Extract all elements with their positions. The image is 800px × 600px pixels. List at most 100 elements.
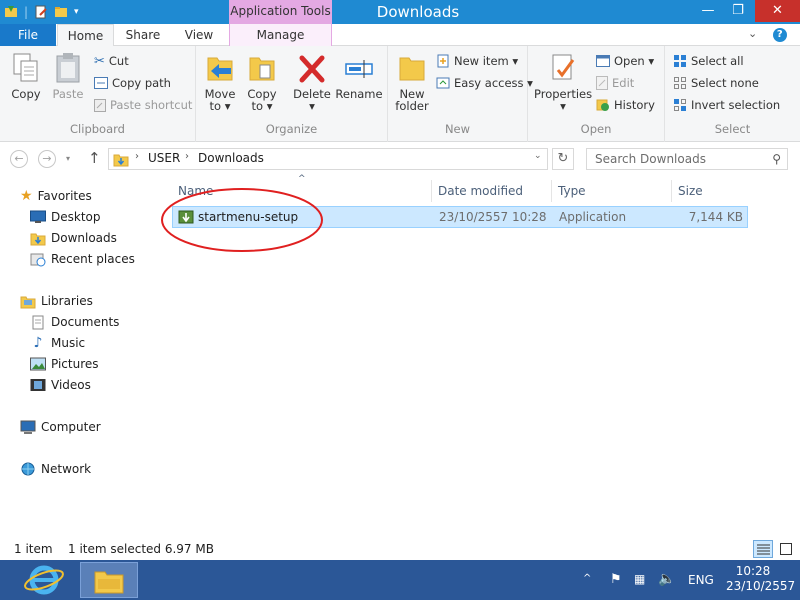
tab-view[interactable]: View <box>172 24 226 46</box>
properties-icon[interactable] <box>34 5 48 19</box>
language-indicator[interactable]: ENG <box>688 573 714 587</box>
history-label: History <box>614 98 655 112</box>
breadcrumb-user[interactable]: USER <box>148 151 180 165</box>
select-none-label: Select none <box>691 76 759 90</box>
properties-button[interactable]: Properties ▾ <box>534 52 592 112</box>
customize-qat-icon[interactable]: ▾ <box>74 7 79 17</box>
column-header-size[interactable]: Size <box>672 180 748 202</box>
select-all-icon <box>674 55 686 67</box>
nav-recent-places[interactable]: Recent places <box>30 249 135 269</box>
tab-file[interactable]: File <box>0 24 56 46</box>
nav-libraries[interactable]: Libraries <box>20 291 93 311</box>
edit-button[interactable]: Edit <box>596 73 634 93</box>
volume-icon[interactable]: 🔈 <box>658 571 675 587</box>
show-hidden-icons-icon[interactable]: ^ <box>583 573 591 584</box>
explorer-app-icon[interactable] <box>4 5 18 19</box>
nav-videos[interactable]: Videos <box>30 375 91 395</box>
back-button[interactable]: ← <box>10 150 28 168</box>
address-bar[interactable]: › USER › Downloads ⌄ <box>108 148 548 170</box>
select-none-button[interactable]: Select none <box>673 73 759 93</box>
large-icons-view-icon <box>780 543 792 555</box>
annotation-circle <box>161 188 323 252</box>
paste-icon <box>56 53 80 83</box>
delete-button[interactable]: Delete ▾ <box>292 52 332 112</box>
nav-pictures[interactable]: Pictures <box>30 354 99 374</box>
nav-desktop-label: Desktop <box>51 210 101 224</box>
close-button[interactable]: ✕ <box>755 0 800 22</box>
new-folder-icon[interactable] <box>54 5 68 19</box>
up-arrow-icon[interactable]: ↑ <box>88 149 101 167</box>
nav-documents[interactable]: Documents <box>30 312 119 332</box>
nav-desktop[interactable]: Desktop <box>30 207 101 227</box>
qat-separator: | <box>24 5 29 19</box>
help-icon[interactable]: ? <box>772 28 787 42</box>
delete-x-icon <box>299 55 325 83</box>
address-dropdown-icon[interactable]: ⌄ <box>534 151 542 161</box>
breadcrumb-chevron-icon[interactable]: › <box>135 151 139 162</box>
invert-selection-button[interactable]: Invert selection <box>673 95 780 115</box>
copy-to-button[interactable]: Copy to ▾ <box>242 52 282 112</box>
cut-label: Cut <box>108 54 129 68</box>
tab-manage[interactable]: Manage <box>229 24 332 46</box>
copy-button[interactable]: Copy <box>6 52 46 100</box>
rename-button[interactable]: Rename <box>334 52 384 100</box>
nav-downloads[interactable]: Downloads <box>30 228 117 248</box>
breadcrumb-chevron-icon[interactable]: › <box>185 151 189 162</box>
copy-path-button[interactable]: Copy path <box>94 73 171 93</box>
refresh-button[interactable]: ↻ <box>552 148 574 170</box>
file-type: Application <box>559 210 627 224</box>
nav-network[interactable]: Network <box>20 459 91 479</box>
copy-label: Copy <box>11 87 41 101</box>
easy-access-button[interactable]: Easy access ▾ <box>436 73 533 93</box>
tab-share[interactable]: Share <box>116 24 170 46</box>
recent-locations-icon[interactable]: ▾ <box>66 154 70 163</box>
cut-button[interactable]: ✂ Cut <box>94 51 129 71</box>
file-explorer-icon <box>94 571 124 594</box>
paste-button[interactable]: Paste <box>48 52 88 100</box>
action-center-flag-icon[interactable]: ⚑ <box>610 572 622 587</box>
taskbar-ie-button[interactable] <box>20 563 68 597</box>
ribbon-tabs: File Home Share View Manage ⌄ ? <box>0 24 800 47</box>
nav-computer-label: Computer <box>41 420 101 434</box>
large-icons-view-button[interactable] <box>776 540 796 558</box>
paste-shortcut-button[interactable]: Paste shortcut <box>94 95 192 115</box>
organize-group: Move to ▾ Copy to ▾ Delete ▾ Rename Orga… <box>196 46 388 142</box>
minimize-button[interactable]: — <box>693 0 723 22</box>
search-input[interactable]: Search Downloads ⚲ <box>586 148 788 170</box>
copy-icon <box>13 53 38 82</box>
search-icon[interactable]: ⚲ <box>772 149 781 169</box>
forward-button[interactable]: → <box>38 150 56 168</box>
expand-ribbon-icon[interactable]: ⌄ <box>748 27 757 40</box>
tab-home[interactable]: Home <box>57 24 114 47</box>
new-folder-button[interactable]: New folder <box>392 52 432 112</box>
properties-icon <box>552 54 575 80</box>
select-all-button[interactable]: Select all <box>673 51 744 71</box>
clock[interactable]: 10:28 23/10/2557 <box>726 564 795 594</box>
file-date-modified: 23/10/2557 10:28 <box>439 210 547 224</box>
column-header-date-modified[interactable]: Date modified <box>432 180 552 202</box>
scissors-icon: ✂ <box>94 53 105 69</box>
network-status-icon[interactable]: ▦ <box>634 572 645 586</box>
taskbar-explorer-button[interactable] <box>80 562 138 598</box>
new-group-label: New <box>444 122 471 136</box>
open-button[interactable]: Open ▾ <box>596 51 654 71</box>
move-to-button[interactable]: Move to ▾ <box>202 52 238 112</box>
details-view-button[interactable] <box>753 540 773 558</box>
copy-to-label-2: to ▾ <box>251 99 273 113</box>
move-to-icon <box>207 57 233 81</box>
new-item-button[interactable]: New item ▾ <box>436 51 518 71</box>
status-bar: 1 item 1 item selected 6.97 MB <box>0 536 800 560</box>
nav-favorites[interactable]: ★ Favorites <box>20 186 92 206</box>
status-item-count: 1 item <box>14 542 53 556</box>
breadcrumb-downloads[interactable]: Downloads <box>198 151 264 165</box>
file-list: ^ Name Date modified Type Size startmenu… <box>158 174 800 536</box>
downloads-folder-icon <box>30 233 46 245</box>
music-note-icon: ♪ <box>33 335 43 351</box>
nav-computer[interactable]: Computer <box>20 417 101 437</box>
column-header-type[interactable]: Type <box>552 180 672 202</box>
star-icon: ★ <box>20 188 33 204</box>
paste-label: Paste <box>52 87 84 101</box>
nav-music[interactable]: ♪ Music <box>30 333 86 353</box>
history-button[interactable]: History <box>596 95 655 115</box>
maximize-button[interactable]: ❐ <box>723 0 753 22</box>
